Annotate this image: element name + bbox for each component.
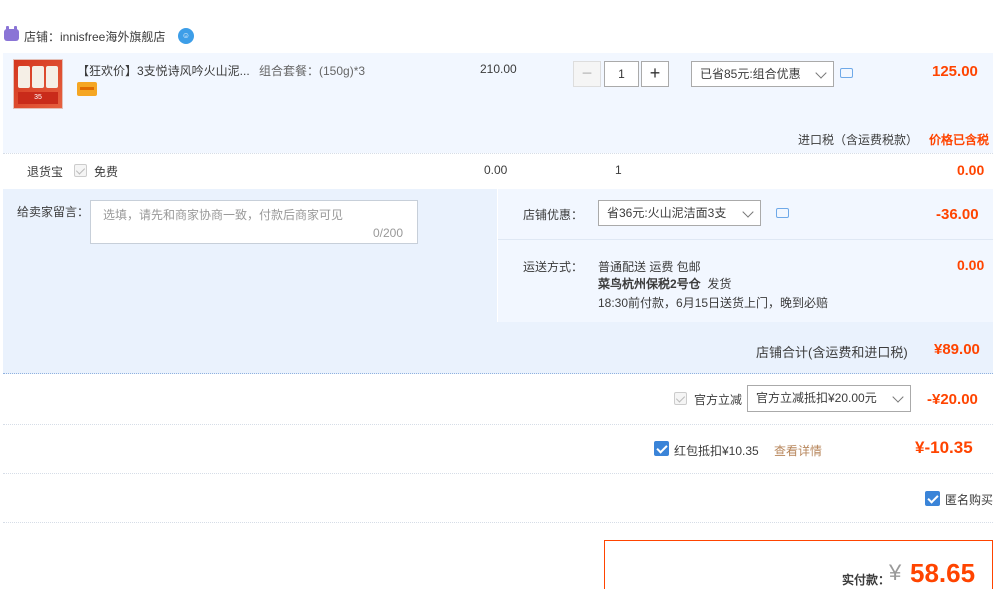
shop-promo-label: 店铺优惠： (523, 208, 584, 222)
official-discount-total: -¥20.00 (927, 391, 978, 408)
quantity-input[interactable]: 1 (604, 61, 639, 87)
product-title[interactable]: 【狂欢价】3支悦诗风吟火山泥... (77, 62, 250, 79)
item-promo-select[interactable]: 已省85元:组合优惠 (691, 61, 834, 87)
wangwang-chat-icon[interactable]: ☺ (178, 28, 194, 44)
import-tax-label: 进口税（含运费税款） (798, 133, 919, 147)
seller-message-counter: 0/200 (373, 226, 404, 240)
red-packet-label: 红包抵扣¥10.35 (674, 444, 759, 458)
shop-promo-selected: 省36元:火山泥洁面3支 (607, 206, 727, 220)
official-discount-selected: 官方立减抵扣¥20.00元 (756, 391, 877, 405)
official-discount-checkbox[interactable] (674, 392, 687, 405)
shop-promo-total: -36.00 (936, 206, 979, 223)
import-tax-value: 价格已含税 (929, 133, 990, 147)
item-total-price: 125.00 (932, 63, 978, 80)
return-insurance-qty: 1 (615, 163, 622, 177)
divider (3, 153, 993, 154)
shipping-total: 0.00 (957, 257, 985, 273)
official-discount-select[interactable]: 官方立减抵扣¥20.00元 (747, 385, 911, 412)
shop-icon (4, 26, 19, 41)
shop-subtotal-value: ¥89.00 (934, 341, 980, 358)
item-promo-selected: 已省85元:组合优惠 (700, 67, 801, 81)
return-insurance-total: 0.00 (957, 162, 985, 178)
chevron-down-icon (742, 206, 754, 218)
divider (3, 424, 993, 425)
comment-icon[interactable] (840, 68, 853, 78)
return-insurance-free: 免费 (94, 165, 119, 179)
unit-price: 210.00 (480, 62, 517, 76)
quantity-decrease-button[interactable]: − (573, 61, 601, 87)
return-insurance-price: 0.00 (484, 163, 508, 177)
comment-icon[interactable] (776, 208, 789, 218)
product-thumbnail[interactable]: 35 (13, 59, 63, 109)
anonymous-purchase-label: 匿名购买 (945, 493, 993, 507)
red-packet-checkbox[interactable] (654, 441, 669, 456)
red-packet-details-link[interactable]: 查看详情 (774, 442, 822, 459)
quantity-increase-button[interactable]: + (641, 61, 669, 87)
payment-amount: 58.65 (910, 558, 976, 588)
chevron-down-icon (892, 391, 904, 403)
return-insurance-checkbox[interactable] (74, 164, 87, 177)
divider (498, 239, 993, 240)
divider (3, 522, 993, 523)
payment-currency: ¥ (889, 560, 902, 585)
official-discount-label: 官方立减 (694, 393, 743, 407)
product-sku: 组合套餐：(150g)*3 (259, 64, 366, 78)
ship-suffix: 发货 (707, 277, 732, 291)
shipping-warehouse: 菜鸟杭州保税2号仓 发货 (598, 275, 731, 292)
delivery-promise: 18:30前付款，6月15日送货上门，晚到必赔 (598, 296, 829, 310)
shipping-method: 普通配送 运费 包邮 (598, 260, 701, 274)
card-payment-icon (77, 82, 97, 96)
seller-message-label: 给卖家留言： (17, 205, 90, 219)
warehouse-name: 菜鸟杭州保税2号仓 (598, 277, 701, 291)
divider (3, 473, 993, 474)
shop-name[interactable]: 店铺：innisfree海外旗舰店 (24, 28, 165, 45)
seller-message-placeholder: 选填，请先和商家协商一致，付款后商家可见 (103, 208, 344, 222)
shop-subtotal-label: 店铺合计(含运费和进口税) (756, 345, 908, 360)
chevron-down-icon (815, 67, 827, 79)
red-packet-total: ¥-10.35 (915, 438, 973, 457)
shipping-label: 运送方式： (523, 260, 584, 274)
payment-label: 实付款： (842, 573, 891, 587)
shop-promo-select[interactable]: 省36元:火山泥洁面3支 (598, 200, 761, 226)
anonymous-purchase-checkbox[interactable] (925, 491, 940, 506)
return-insurance-label: 退货宝 (27, 165, 64, 179)
